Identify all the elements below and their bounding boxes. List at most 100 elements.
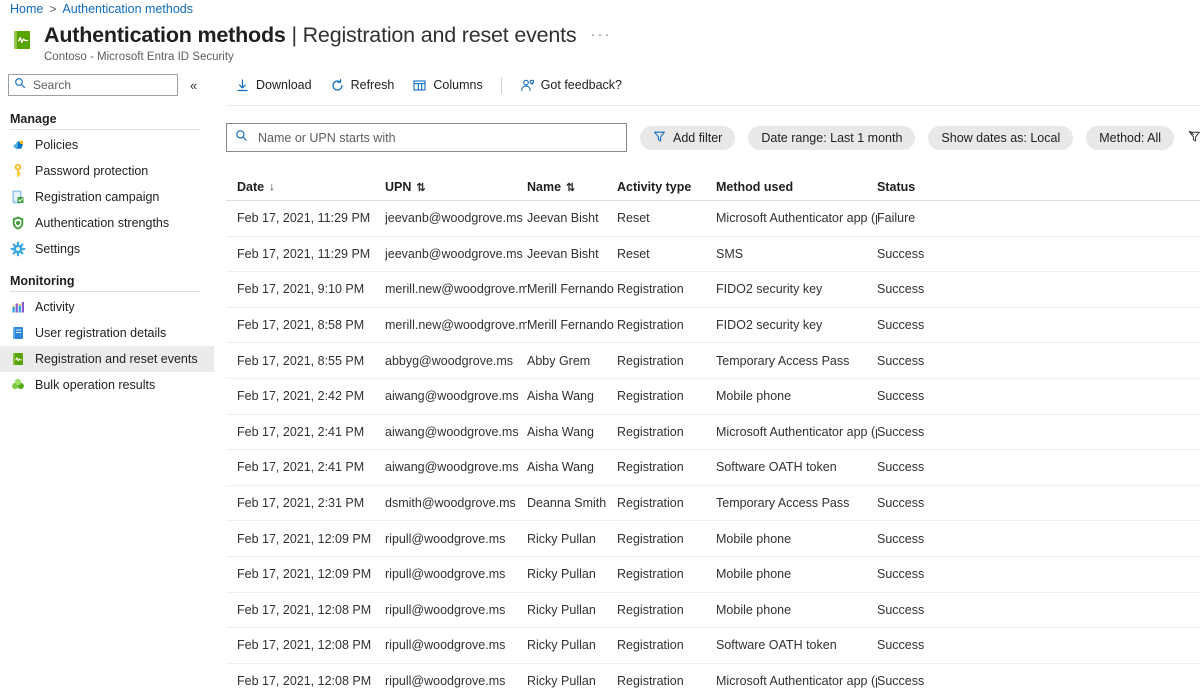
sidebar-item-registration-and-reset-events[interactable]: Registration and reset events xyxy=(0,346,214,372)
more-options-icon[interactable]: ··· xyxy=(590,22,611,48)
sidebar-divider xyxy=(10,129,200,130)
cell-method-used: Microsoft Authenticator app (pu xyxy=(716,211,877,225)
cell-method-used: Mobile phone xyxy=(716,567,877,581)
cell-date: Feb 17, 2021, 11:29 PM xyxy=(226,211,385,225)
columns-icon xyxy=(412,78,427,93)
table-row[interactable]: Feb 17, 2021, 11:29 PMjeevanb@woodgrove.… xyxy=(226,237,1200,273)
cell-method-used: Mobile phone xyxy=(716,389,877,403)
cell-upn: ripull@woodgrove.ms xyxy=(385,674,527,688)
column-header-name[interactable]: Name ⇅ xyxy=(527,180,617,194)
cell-method-used: FIDO2 security key xyxy=(716,282,877,296)
cell-name: Deanna Smith xyxy=(527,496,617,510)
sidebar-item-settings[interactable]: Settings xyxy=(0,236,214,262)
column-header-activity-type[interactable]: Activity type xyxy=(617,180,716,194)
table-row[interactable]: Feb 17, 2021, 12:08 PMripull@woodgrove.m… xyxy=(226,664,1200,698)
key-icon xyxy=(10,163,26,179)
sidebar-item-registration-campaign[interactable]: Registration campaign xyxy=(0,184,214,210)
cell-date: Feb 17, 2021, 12:08 PM xyxy=(226,603,385,617)
refresh-button[interactable]: Refresh xyxy=(321,72,404,98)
page-title-sub: Registration and reset events xyxy=(303,23,577,47)
got-feedback-button[interactable]: Got feedback? xyxy=(511,72,631,98)
table-row[interactable]: Feb 17, 2021, 8:55 PMabbyg@woodgrove.msA… xyxy=(226,343,1200,379)
breadcrumb-home-link[interactable]: Home xyxy=(10,2,43,16)
table-row[interactable]: Feb 17, 2021, 12:09 PMripull@woodgrove.m… xyxy=(226,521,1200,557)
table-row[interactable]: Feb 17, 2021, 12:09 PMripull@woodgrove.m… xyxy=(226,557,1200,593)
table-row[interactable]: Feb 17, 2021, 12:08 PMripull@woodgrove.m… xyxy=(226,593,1200,629)
sidebar-item-bulk-operation-results[interactable]: Bulk operation results xyxy=(0,372,214,398)
sidebar-item-policies[interactable]: Policies xyxy=(0,132,214,158)
cell-name: Ricky Pullan xyxy=(527,674,617,688)
columns-button[interactable]: Columns xyxy=(403,72,491,98)
column-header-method-used[interactable]: Method used xyxy=(716,180,877,194)
add-filter-button[interactable]: Add filter xyxy=(640,126,735,150)
cell-status: Success xyxy=(877,638,1027,652)
table-row[interactable]: Feb 17, 2021, 2:41 PMaiwang@woodgrove.ms… xyxy=(226,450,1200,486)
sidebar-item-user-registration-details[interactable]: User registration details xyxy=(0,320,214,346)
shield-icon xyxy=(10,215,26,231)
cell-status: Success xyxy=(877,282,1027,296)
sidebar-item-activity[interactable]: Activity xyxy=(0,294,214,320)
sidebar-search-input[interactable] xyxy=(31,77,161,93)
column-header-upn[interactable]: UPN ⇅ xyxy=(385,180,527,194)
cell-status: Success xyxy=(877,460,1027,474)
breadcrumb-current-link[interactable]: Authentication methods xyxy=(62,2,193,16)
cell-upn: merill.new@woodgrove.ms xyxy=(385,318,527,332)
cell-method-used: Mobile phone xyxy=(716,603,877,617)
show-dates-as-label: Show dates as: Local xyxy=(941,131,1060,145)
page-title: Authentication methods | Registration an… xyxy=(44,22,576,48)
cell-upn: aiwang@woodgrove.ms xyxy=(385,460,527,474)
cell-method-used: Software OATH token xyxy=(716,638,877,652)
cell-date: Feb 17, 2021, 12:08 PM xyxy=(226,638,385,652)
sidebar-item-label: Password protection xyxy=(35,164,148,178)
show-dates-as-filter[interactable]: Show dates as: Local xyxy=(928,126,1073,150)
table-row[interactable]: Feb 17, 2021, 2:42 PMaiwang@woodgrove.ms… xyxy=(226,379,1200,415)
sidebar-group-monitoring-label: Monitoring xyxy=(0,274,214,291)
refresh-icon xyxy=(330,78,345,93)
breadcrumb-separator-icon: > xyxy=(49,2,56,16)
column-header-date-label: Date xyxy=(237,180,264,194)
method-filter-label: Method: All xyxy=(1099,131,1161,145)
cell-activity-type: Registration xyxy=(617,282,716,296)
feedback-person-icon xyxy=(520,78,535,93)
cell-upn: aiwang@woodgrove.ms xyxy=(385,389,527,403)
sidebar-item-password-protection[interactable]: Password protection xyxy=(0,158,214,184)
table-row[interactable]: Feb 17, 2021, 12:08 PMripull@woodgrove.m… xyxy=(226,628,1200,664)
sidebar-item-authentication-strengths[interactable]: Authentication strengths xyxy=(0,210,214,236)
table-row[interactable]: Feb 17, 2021, 8:58 PMmerill.new@woodgrov… xyxy=(226,308,1200,344)
table-row[interactable]: Feb 17, 2021, 2:41 PMaiwang@woodgrove.ms… xyxy=(226,415,1200,451)
table-row[interactable]: Feb 17, 2021, 11:29 PMjeevanb@woodgrove.… xyxy=(226,201,1200,237)
cell-name: Aisha Wang xyxy=(527,389,617,403)
date-range-filter[interactable]: Date range: Last 1 month xyxy=(748,126,915,150)
cell-activity-type: Reset xyxy=(617,211,716,225)
sidebar-search-box[interactable] xyxy=(8,74,178,96)
cell-activity-type: Registration xyxy=(617,603,716,617)
table-row[interactable]: Feb 17, 2021, 9:10 PMmerill.new@woodgrov… xyxy=(226,272,1200,308)
cell-date: Feb 17, 2021, 2:41 PM xyxy=(226,460,385,474)
column-header-status[interactable]: Status xyxy=(877,180,1027,194)
column-header-upn-label: UPN xyxy=(385,180,411,194)
cell-upn: ripull@woodgrove.ms xyxy=(385,638,527,652)
method-filter[interactable]: Method: All xyxy=(1086,126,1174,150)
date-range-label: Date range: Last 1 month xyxy=(761,131,902,145)
cell-status: Success xyxy=(877,354,1027,368)
column-header-date[interactable]: Date ↓ xyxy=(226,180,385,194)
cell-upn: ripull@woodgrove.ms xyxy=(385,603,527,617)
download-button[interactable]: Download xyxy=(226,72,321,98)
cell-activity-type: Registration xyxy=(617,460,716,474)
table-row[interactable]: Feb 17, 2021, 2:31 PMdsmith@woodgrove.ms… xyxy=(226,486,1200,522)
funnel-icon xyxy=(653,130,666,146)
cell-status: Success xyxy=(877,425,1027,439)
name-upn-search-input[interactable] xyxy=(256,130,626,146)
reset-filters-button[interactable]: Reset filters xyxy=(1188,130,1200,146)
sidebar: « Manage Policies xyxy=(0,70,214,698)
policies-icon xyxy=(10,137,26,153)
events-table: Date ↓ UPN ⇅ Name ⇅ Activity type Method… xyxy=(226,174,1200,698)
cell-upn: jeevanb@woodgrove.ms xyxy=(385,247,527,261)
sidebar-item-label: Activity xyxy=(35,300,75,314)
collapse-sidebar-icon[interactable]: « xyxy=(190,78,197,93)
sidebar-item-label: Bulk operation results xyxy=(35,378,155,392)
cell-activity-type: Registration xyxy=(617,389,716,403)
name-upn-search-box[interactable] xyxy=(226,123,627,152)
refresh-label: Refresh xyxy=(351,78,395,92)
cell-method-used: Software OATH token xyxy=(716,460,877,474)
